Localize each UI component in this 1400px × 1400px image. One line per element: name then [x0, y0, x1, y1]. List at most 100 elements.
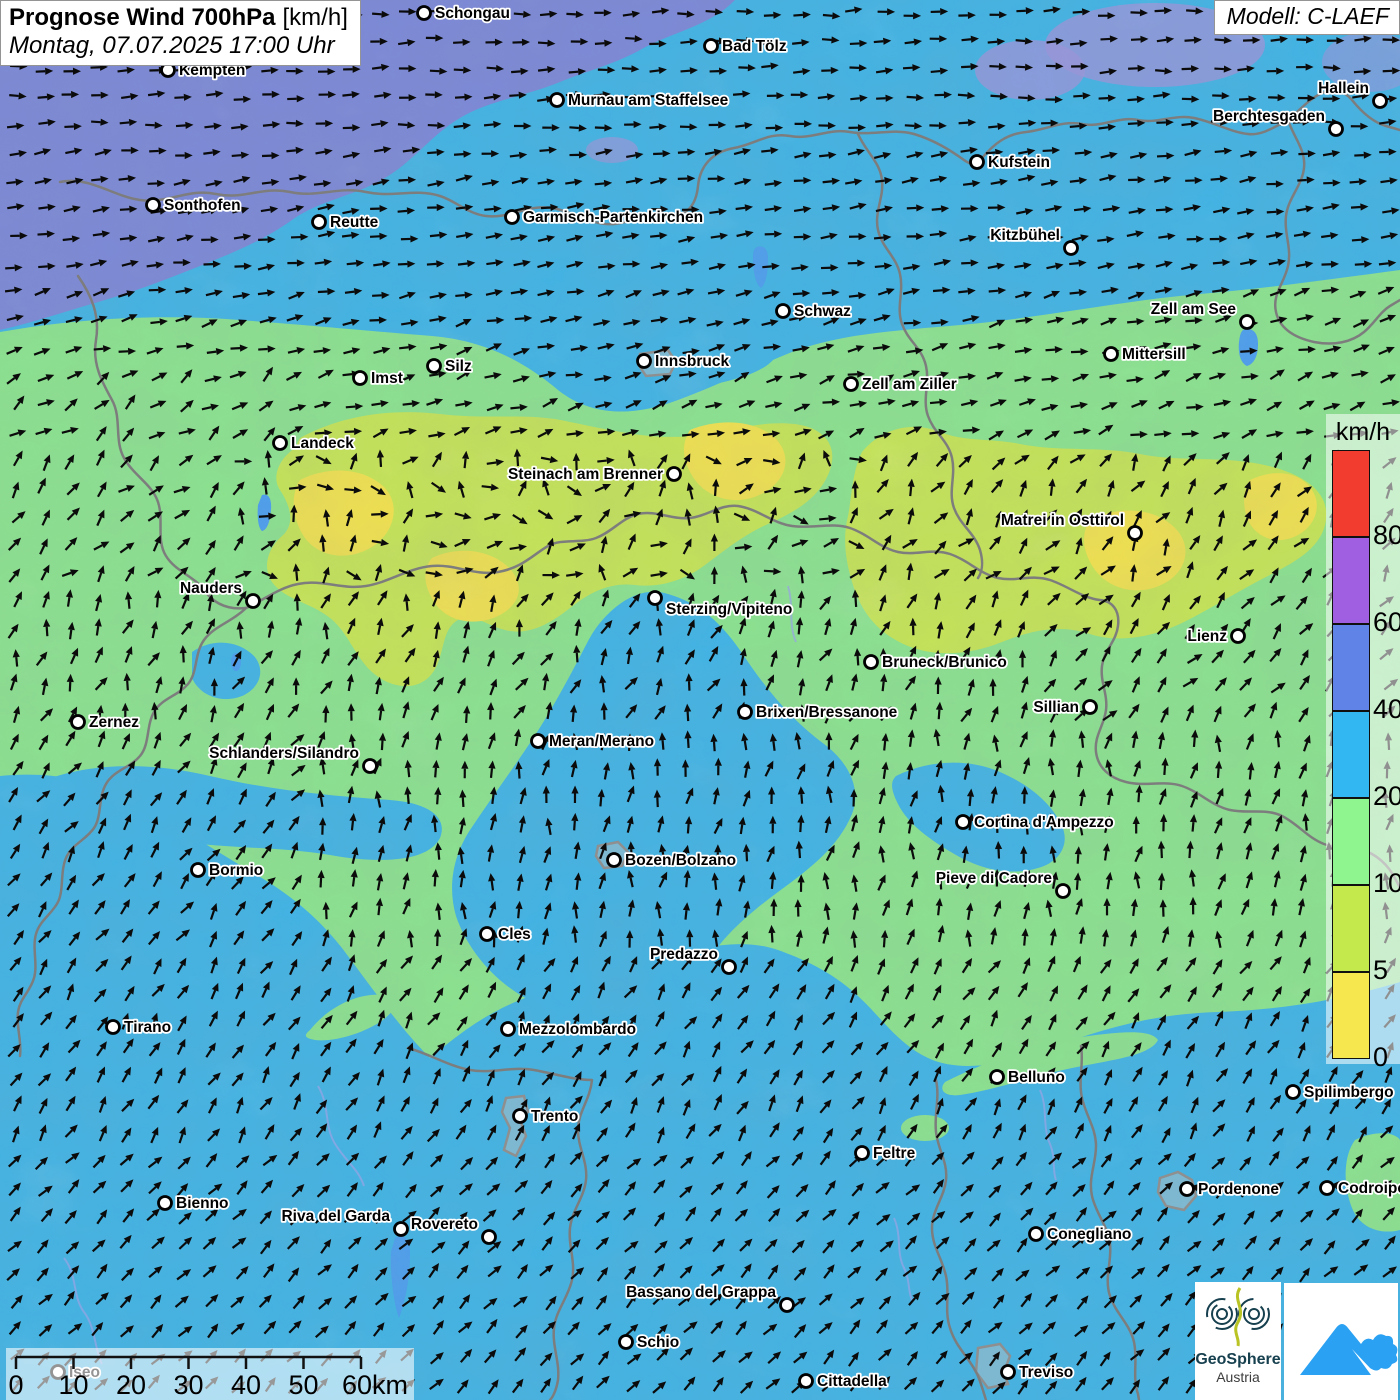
legend-swatch-10	[1332, 798, 1370, 885]
city-marker	[971, 156, 984, 169]
city-marker	[1002, 1366, 1015, 1379]
city-marker	[1374, 95, 1387, 108]
mountain-cloud-icon	[1284, 1283, 1398, 1400]
city-marker	[532, 735, 545, 748]
city-marker	[1232, 630, 1245, 643]
city-marker	[107, 1021, 120, 1034]
city-label: Schwaz	[794, 303, 851, 320]
city-marker	[781, 1299, 794, 1312]
wind-speed-legend: km/h 806040201050	[1326, 414, 1400, 1064]
legend-tick-label: 0	[1373, 1042, 1388, 1073]
city-marker	[1129, 527, 1142, 540]
city-label: Reutte	[330, 214, 379, 231]
city-label: Lienz	[1187, 628, 1227, 645]
city-label: Mittersill	[1122, 346, 1186, 363]
city-marker	[364, 760, 377, 773]
city-label: Landeck	[291, 435, 354, 452]
legend-swatch-5	[1332, 885, 1370, 972]
city-label: Schio	[637, 1334, 679, 1351]
city-marker	[354, 372, 367, 385]
city-label: Brixen/Bressanone	[756, 704, 898, 721]
city-marker	[705, 40, 718, 53]
city-marker	[777, 305, 790, 318]
city-marker	[1084, 701, 1097, 714]
city-marker	[506, 211, 519, 224]
city-label: Nauders	[180, 580, 242, 597]
city-label: Innsbruck	[655, 353, 729, 370]
city-label: Bassano del Grappa	[626, 1284, 776, 1301]
city-label: Zernez	[89, 714, 139, 731]
city-label: Bad Tölz	[722, 38, 787, 55]
scale-bar-label: 30	[173, 1370, 203, 1400]
city-label: Spilimbergo	[1304, 1084, 1394, 1101]
model-box: Modell: C-LAEF	[1214, 0, 1400, 35]
scale-bar-label: 60km	[342, 1370, 408, 1400]
city-marker	[638, 355, 651, 368]
geosphere-logo-country: Austria	[1195, 1369, 1281, 1385]
city-label: Kufstein	[988, 154, 1050, 171]
city-marker	[991, 1071, 1004, 1084]
city-label: Meran/Merano	[549, 733, 654, 750]
legend-tick-label: 5	[1373, 955, 1388, 986]
geosphere-logo-box: GeoSphere Austria	[1195, 1282, 1281, 1400]
scale-bar-label: 40	[231, 1370, 261, 1400]
city-label: Matrei in Osttirol	[1001, 512, 1124, 529]
city-marker	[313, 216, 326, 229]
city-marker	[502, 1023, 515, 1036]
city-label: Schongau	[435, 5, 510, 22]
legend-swatch-20	[1332, 711, 1370, 798]
page-title: Prognose Wind 700hPa [km/h]	[9, 4, 348, 32]
city-marker	[856, 1147, 869, 1160]
city-label: Bozen/Bolzano	[625, 852, 736, 869]
city-marker	[957, 816, 970, 829]
city-marker	[1330, 123, 1343, 136]
city-marker	[723, 961, 736, 974]
city-marker	[72, 716, 85, 729]
city-marker	[1030, 1228, 1043, 1241]
city-marker	[192, 864, 205, 877]
city-label: Silz	[445, 358, 472, 375]
city-label: Rovereto	[411, 1216, 478, 1233]
weather-app-logo-box	[1284, 1283, 1398, 1400]
city-label: Sillian	[1033, 699, 1079, 716]
page-subtitle: Montag, 07.07.2025 17:00 Uhr	[9, 32, 348, 60]
title-box: Prognose Wind 700hPa [km/h] Montag, 07.07…	[0, 0, 361, 66]
legend-swatch-40	[1332, 624, 1370, 711]
scale-bar-label: 0	[8, 1370, 23, 1400]
city-label: Trento	[531, 1108, 578, 1125]
city-label: Pieve di Cadore	[936, 870, 1053, 887]
city-marker	[845, 378, 858, 391]
city-marker	[395, 1223, 408, 1236]
city-label: Treviso	[1019, 1364, 1073, 1381]
city-label: Belluno	[1008, 1069, 1065, 1086]
city-marker	[1057, 885, 1070, 898]
city-label: Bruneck/Brunico	[882, 654, 1007, 671]
city-label: Cittadella	[817, 1373, 887, 1390]
city-label: Zell am See	[1151, 301, 1237, 318]
city-marker	[274, 437, 287, 450]
city-marker	[551, 94, 564, 107]
legend-tick-label: 60	[1373, 607, 1400, 638]
city-label: Tirano	[124, 1019, 171, 1036]
city-marker	[865, 656, 878, 669]
city-marker	[159, 1197, 172, 1210]
title-text: Prognose Wind 700hPa	[9, 4, 276, 31]
city-marker	[1065, 242, 1078, 255]
legend-swatch-60	[1332, 537, 1370, 624]
city-label: Schlanders/Silandro	[209, 745, 359, 762]
city-marker	[1321, 1182, 1334, 1195]
city-marker	[481, 928, 494, 941]
city-marker	[800, 1375, 813, 1388]
city-marker	[649, 592, 662, 605]
legend-tick-label: 40	[1373, 694, 1400, 725]
city-label: Zell am Ziller	[862, 376, 957, 393]
legend-tick-label: 80	[1373, 520, 1400, 551]
title-unit: [km/h]	[283, 4, 348, 31]
legend-swatch-0	[1332, 972, 1370, 1059]
city-marker	[147, 199, 160, 212]
geosphere-logo-icon	[1195, 1282, 1281, 1348]
city-label: Garmisch-Partenkirchen	[523, 209, 703, 226]
city-label: Cles	[498, 926, 531, 943]
scale-bar-label: 20	[116, 1370, 146, 1400]
city-label: Hallein	[1318, 80, 1369, 97]
